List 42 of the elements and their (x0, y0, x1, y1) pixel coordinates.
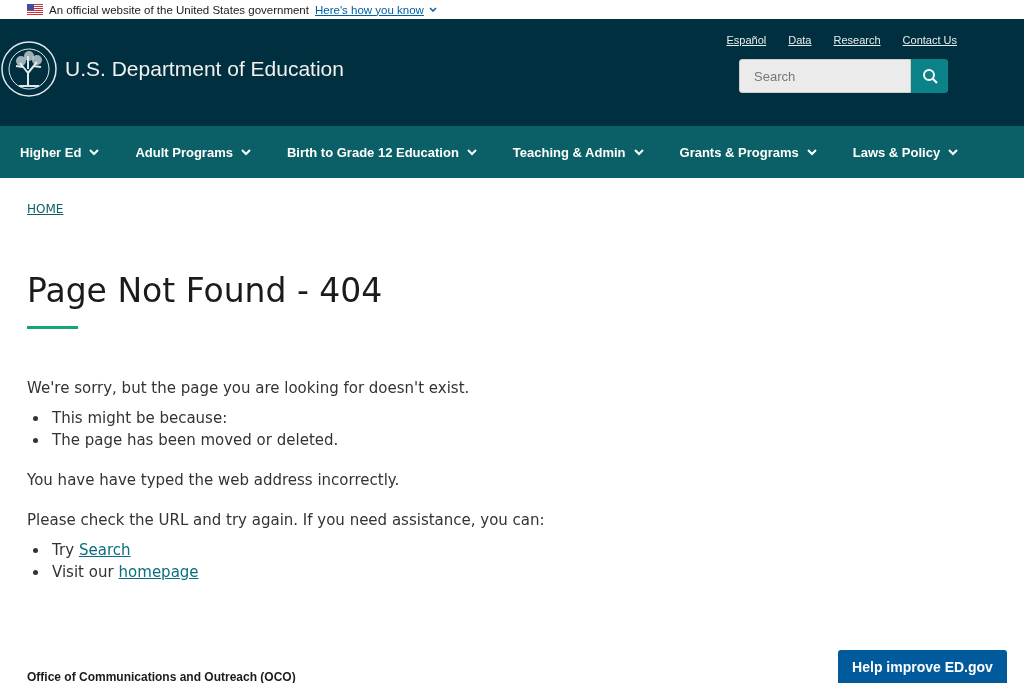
list-item-text: The page has been moved or deleted. (52, 431, 339, 449)
caret-icon (633, 148, 644, 156)
search-icon (921, 68, 938, 84)
office-name: Office of Communications and Outreach (OCO) (27, 670, 296, 683)
page-title: Page Not Found - 404 (27, 271, 384, 311)
utility-link[interactable]: Research (833, 34, 881, 46)
banner-text: An official website of the United States government (49, 3, 309, 16)
how-you-know-link[interactable]: Here's how you know (314, 3, 437, 16)
body-link[interactable]: Search (79, 541, 131, 559)
list-item-text: Try (52, 541, 74, 559)
nav-menu-item[interactable]: Adult Programs (135, 144, 251, 160)
body-link[interactable]: homepage (118, 563, 199, 581)
site-title[interactable]: U.S. Department of Education (65, 56, 344, 81)
bullet-icon (33, 437, 38, 443)
breadcrumb-link[interactable]: HOME (27, 202, 64, 216)
caret-icon (948, 148, 959, 156)
seal-logo-icon (1, 40, 57, 97)
caret-icon (89, 148, 100, 156)
body-text: You have have typed the web address incorrectly. (27, 470, 401, 491)
bullet-icon (33, 547, 38, 553)
utility-link[interactable]: Data (788, 34, 812, 46)
search-field[interactable]: Search (739, 59, 911, 93)
bullet-icon (33, 415, 38, 421)
nav-menu-item[interactable]: Laws & Policy (852, 144, 959, 160)
feedback-button[interactable]: Help improve ED.gov (838, 650, 1007, 683)
list-item-text: This might be because: (52, 409, 228, 427)
caret-icon (428, 7, 437, 12)
caret-icon (240, 148, 251, 156)
caret-icon (806, 148, 817, 156)
list-item-text: Visit our (52, 563, 114, 581)
flag-icon (27, 4, 43, 15)
nav-menu-item[interactable]: Teaching & Admin (512, 144, 644, 160)
utility-link[interactable]: Contact Us (902, 34, 957, 46)
nav-menu-item[interactable]: Birth to Grade 12 Education (286, 144, 477, 160)
caret-icon (466, 148, 477, 156)
body-text: Please check the URL and try again. If you need assistance, you can: (27, 510, 546, 531)
search-button[interactable] (911, 59, 948, 93)
utility-link[interactable]: Español (726, 34, 767, 46)
nav-menu-item[interactable]: Grants & Programs (679, 144, 817, 160)
bullet-icon (33, 569, 38, 575)
body-text: We're sorry, but the page you are looking for doesn't exist. (27, 378, 471, 399)
nav-menu-item[interactable]: Higher Ed (20, 144, 100, 160)
